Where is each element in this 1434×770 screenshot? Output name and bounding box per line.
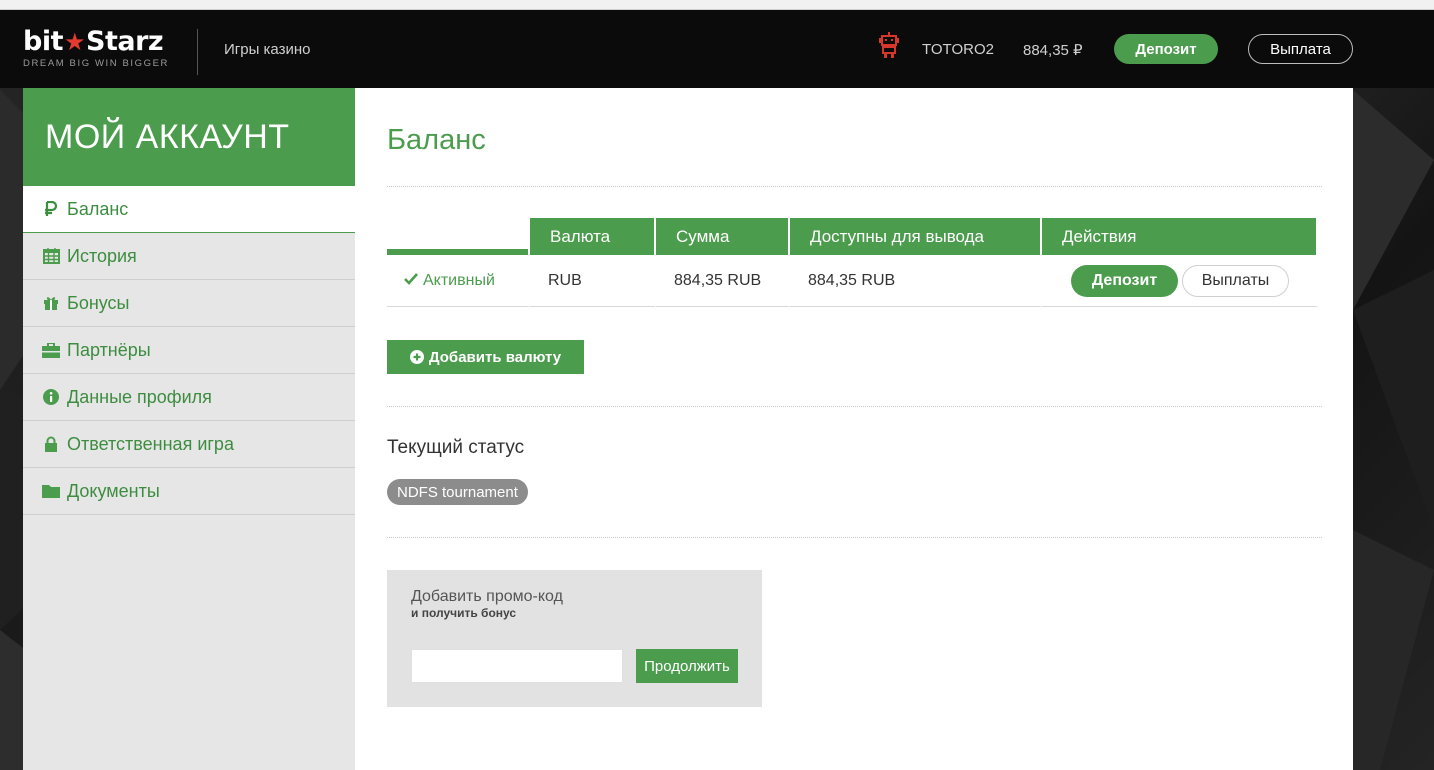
logo-text-starz: Starz [86,26,164,57]
account-sidebar: МОЙ АККАУНТ Баланс История Бонусы Партнё… [23,88,355,770]
divider [387,406,1322,407]
sidebar-item-label: Баланс [67,198,129,219]
folder-icon [42,482,60,500]
sidebar-item-responsible-gaming[interactable]: Ответственная игра [23,421,355,468]
page-title: Баланс [387,124,486,156]
promo-subtitle: и получить бонус [411,606,517,620]
star-icon: ★ [64,28,86,56]
promo-continue-button[interactable]: Продолжить [636,649,738,683]
sidebar-item-label: Партнёры [67,339,151,360]
table-header-blank [387,218,530,255]
robot-avatar-icon[interactable] [879,32,899,58]
sidebar-item-documents[interactable]: Документы [23,468,355,515]
currency-cell: RUB [530,255,656,307]
sidebar-item-bonuses[interactable]: Бонусы [23,280,355,327]
amount-cell: 884,35 RUB [656,255,790,307]
sidebar-item-history[interactable]: История [23,233,355,280]
table-header: Валюта Сумма Доступны для вывода Действи… [387,218,1318,255]
promo-title: Добавить промо-код [411,588,563,605]
column-header-actions: Действия [1042,218,1318,255]
header-divider [197,29,198,75]
logo-text-bit: bit [23,26,64,57]
plus-circle-icon [409,350,424,364]
ruble-icon [42,200,60,218]
promo-code-box: Добавить промо-код и получить бонус Прод… [387,570,762,707]
sidebar-title: МОЙ АККАУНТ [23,88,355,186]
username[interactable]: TOTORO2 [922,41,994,58]
calendar-icon [42,247,60,265]
logo-tagline: DREAM BIG WIN BIGGER [23,58,170,69]
gift-icon [42,294,60,312]
header-balance: 884,35 ₽ [1023,42,1083,59]
sidebar-item-label: История [67,245,137,266]
browser-strip [0,0,1434,10]
row-payouts-button[interactable]: Выплаты [1182,264,1289,297]
bitstarz-logo[interactable]: bit ★ Starz DREAM BIG WIN BIGGER [23,27,178,72]
status-label: Активный [423,271,495,289]
sidebar-item-label: Данные профиля [67,386,212,407]
actions-cell: Депозит Выплаты [1042,255,1318,307]
sidebar-item-label: Бонусы [67,292,130,313]
balance-table: Валюта Сумма Доступны для вывода Действи… [387,218,1318,307]
divider [387,537,1322,538]
status-badge: NDFS tournament [387,479,528,505]
sidebar-item-partners[interactable]: Партнёры [23,327,355,374]
column-header-currency: Валюта [530,218,656,255]
column-header-amount: Сумма [656,218,790,255]
briefcase-icon [42,341,60,359]
add-currency-button[interactable]: Добавить валюту [387,340,584,374]
nav-casino-games[interactable]: Игры казино [224,41,311,58]
row-deposit-button[interactable]: Депозит [1071,264,1178,297]
deposit-button[interactable]: Депозит [1114,34,1218,64]
promo-code-input[interactable] [411,649,623,683]
sidebar-item-profile[interactable]: Данные профиля [23,374,355,421]
divider [387,186,1322,187]
info-icon [42,388,60,406]
status-cell: Активный [387,255,530,307]
table-row: Активный RUB 884,35 RUB 884,35 RUB Депоз… [387,255,1318,307]
column-header-available: Доступны для вывода [790,218,1042,255]
site-header: bit ★ Starz DREAM BIG WIN BIGGER Игры ка… [0,10,1434,88]
sidebar-item-label: Документы [67,480,160,501]
sidebar-item-balance[interactable]: Баланс [23,186,355,233]
checkmark-icon [404,272,418,290]
payout-button[interactable]: Выплата [1248,34,1353,64]
available-cell: 884,35 RUB [790,255,1042,307]
add-currency-label: Добавить валюту [428,348,562,366]
current-status-title: Текущий статус [387,437,525,458]
sidebar-item-label: Ответственная игра [67,433,234,454]
lock-icon [42,435,60,453]
balance-panel: Баланс Валюта Сумма Доступны для вывода … [355,88,1353,770]
